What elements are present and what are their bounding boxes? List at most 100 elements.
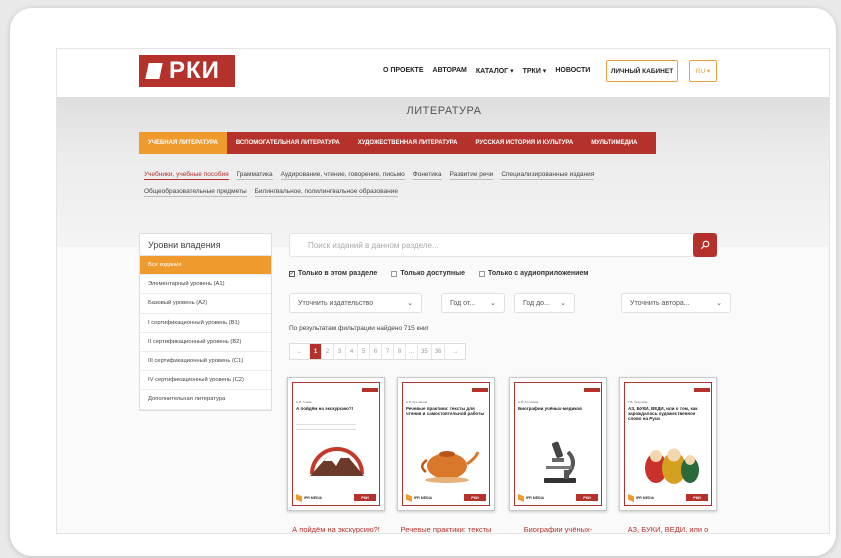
subcategory-general-subjects[interactable]: Общеобразовательные предметы: [144, 188, 247, 197]
book-cover[interactable]: А.В. Алтыпова Биографии учёных-медиков I…: [509, 377, 607, 511]
chevron-down-icon: ⌄: [490, 300, 496, 307]
sidebar-item-b1[interactable]: I сертификационный уровень (В1): [140, 314, 271, 333]
subcategory-bilingual[interactable]: Билингвальное, полилингвальное образован…: [254, 188, 398, 197]
nav-item-authors[interactable]: АВТОРАМ: [433, 67, 467, 75]
page-35[interactable]: 35: [418, 344, 432, 359]
teapot-illustration-icon: [421, 451, 480, 483]
cover-tag: [362, 388, 378, 392]
page-7[interactable]: 7: [382, 344, 394, 359]
device-frame: РКИ О ПРОЕКТЕ АВТОРАМ КАТАЛОГ ▾ ТРКИ ▾ Н…: [10, 8, 836, 556]
page-prev[interactable]: ←: [290, 344, 310, 359]
book-title[interactable]: Биографии учёных-: [509, 525, 607, 533]
category-tab-history[interactable]: РУССКАЯ ИСТОРИЯ И КУЛЬТУРА: [467, 132, 583, 154]
subcategory-skills[interactable]: Аудирование, чтение, говорение, письмо: [280, 171, 405, 180]
page-6[interactable]: 6: [370, 344, 382, 359]
book-cover[interactable]: А.В. Кретинина Речевые практики: тексты …: [397, 377, 495, 511]
cover-publisher: IPR MEDIA: [518, 494, 544, 502]
pagination: ← 1 2 3 4 5 6 7 8 ... 35 36 →: [289, 343, 467, 360]
nesting-dolls-illustration-icon: [645, 448, 699, 484]
book-title[interactable]: АЗ, БУКИ, ВЕДИ, или о: [619, 525, 717, 533]
year-from-select[interactable]: Год от... ⌄: [441, 293, 505, 313]
cover-badge: РКИ: [686, 494, 708, 501]
sidebar-item-b2[interactable]: II сертификационный уровень (В2): [140, 333, 271, 352]
subcategory-speech[interactable]: Развитие речи: [449, 171, 494, 180]
page-1[interactable]: 1: [310, 344, 322, 359]
subcategory-row-1: Учебники, учебные пособия Грамматика Ауд…: [144, 171, 595, 180]
book-cover[interactable]: А.И. Глазко А пойдём на экскурсию?! IPR …: [287, 377, 385, 511]
checkbox-unchecked-icon[interactable]: [391, 270, 398, 277]
page-5[interactable]: 5: [358, 344, 370, 359]
book-card[interactable]: А.В. Алтыпова Биографии учёных-медиков I…: [509, 377, 607, 533]
cover-publisher: IPR MEDIA: [296, 494, 322, 502]
cover-author: А.В. Алтыпова: [518, 400, 539, 404]
page-next[interactable]: →: [445, 344, 465, 359]
sidebar-item-all[interactable]: Все издания: [140, 256, 271, 276]
checkbox-unchecked-icon[interactable]: [478, 270, 485, 277]
page-36[interactable]: 36: [432, 344, 446, 359]
publisher-name: IPR MEDIA: [636, 496, 655, 500]
page-4[interactable]: 4: [346, 344, 358, 359]
subcategory-textbooks[interactable]: Учебники, учебные пособия: [144, 171, 229, 180]
checkbox-audio-only[interactable]: Только с аудиоприложением: [478, 270, 588, 277]
cover-badge: РКИ: [464, 494, 486, 501]
checkbox-this-section[interactable]: ✓ Только в этом разделе: [289, 270, 377, 277]
book-card[interactable]: А.И. Глазко А пойдём на экскурсию?! IPR …: [287, 377, 385, 533]
book-cover[interactable]: Т.В. Соколова АЗ, БУКИ, ВЕДИ, или о том,…: [619, 377, 717, 511]
cover-title: А пойдём на экскурсию?!: [296, 406, 354, 411]
sidebar-item-a2[interactable]: Базовый уровень (А2): [140, 294, 271, 314]
book-card[interactable]: Т.В. Соколова АЗ, БУКИ, ВЕДИ, или о том,…: [619, 377, 717, 533]
page-8[interactable]: 8: [394, 344, 406, 359]
publisher-logo-icon: [406, 494, 412, 502]
chevron-down-icon: ⌄: [560, 300, 566, 307]
category-tab-multimedia[interactable]: МУЛЬТИМЕДИА: [582, 132, 646, 154]
subcategory-specialized[interactable]: Специализированные издания: [501, 171, 595, 180]
year-from-select-value: Год от...: [450, 299, 476, 307]
publisher-select[interactable]: Уточнить издательство ⌄: [289, 293, 422, 313]
nav-item-trki[interactable]: ТРКИ ▾: [523, 67, 547, 75]
checkbox-available-only[interactable]: Только доступные: [391, 270, 465, 277]
cover-tag: [584, 388, 600, 392]
search-bar: [289, 233, 717, 257]
page-2[interactable]: 2: [322, 344, 334, 359]
sidebar-item-c1[interactable]: III сертификационный уровень (С1): [140, 352, 271, 372]
subcategory-grammar[interactable]: Грамматика: [236, 171, 273, 180]
personal-cabinet-button[interactable]: ЛИЧНЫЙ КАБИНЕТ: [606, 60, 678, 82]
book-title[interactable]: А пойдём на экскурсию?!: [287, 525, 385, 533]
book-title[interactable]: Речевые практики: тексты: [397, 525, 495, 533]
publisher-select-value: Уточнить издательство: [298, 299, 374, 307]
subcategory-phonetics[interactable]: Фонетика: [412, 171, 442, 180]
nav-item-news[interactable]: НОВОСТИ: [555, 67, 590, 75]
search-input[interactable]: [290, 234, 680, 256]
chevron-down-icon: ⌄: [407, 300, 413, 307]
author-select-value: Уточнить автора...: [630, 299, 690, 307]
year-to-select[interactable]: Год до... ⌄: [514, 293, 575, 313]
sidebar-item-additional[interactable]: Дополнительная литература: [140, 390, 271, 410]
category-tab-educational[interactable]: УЧЕБНАЯ ЛИТЕРАТУРА: [139, 132, 227, 154]
publisher-logo-icon: [628, 494, 634, 502]
category-tab-fiction[interactable]: ХУДОЖЕСТВЕННАЯ ЛИТЕРАТУРА: [349, 132, 467, 154]
site-header: РКИ О ПРОЕКТЕ АВТОРАМ КАТАЛОГ ▾ ТРКИ ▾ Н…: [57, 49, 829, 97]
author-select[interactable]: Уточнить автора... ⌄: [621, 293, 731, 313]
sidebar-item-c2[interactable]: IV сертификационный уровень (С2): [140, 371, 271, 391]
page-3[interactable]: 3: [334, 344, 346, 359]
checkbox-checked-icon[interactable]: ✓: [289, 270, 295, 277]
filter-checkboxes: ✓ Только в этом разделе Только доступные…: [289, 270, 588, 277]
nav-item-about[interactable]: О ПРОЕКТЕ: [383, 67, 424, 75]
language-selector[interactable]: RU ▾: [689, 60, 717, 82]
publisher-name: IPR MEDIA: [414, 496, 433, 500]
publisher-name: IPR MEDIA: [526, 496, 545, 500]
book-card[interactable]: А.В. Кретинина Речевые практики: тексты …: [397, 377, 495, 533]
page-title: ЛИТЕРАТУРА: [406, 105, 482, 117]
mountains-illustration-icon: [310, 447, 364, 476]
sidebar-item-a1[interactable]: Элементарный уровень (А1): [140, 275, 271, 295]
category-tab-auxiliary[interactable]: ВСПОМОГАТЕЛЬНАЯ ЛИТЕРАТУРА: [227, 132, 349, 154]
site-logo[interactable]: РКИ: [139, 55, 235, 87]
logo-text: РКИ: [169, 57, 220, 84]
nav-item-catalog[interactable]: КАТАЛОГ ▾: [476, 67, 514, 75]
search-icon: [700, 240, 710, 250]
microscope-illustration-icon: [544, 441, 576, 483]
cover-author: Т.В. Соколова: [628, 400, 648, 404]
cover-title: АЗ, БУКИ, ВЕДИ, или о том, как зарождало…: [628, 406, 698, 422]
search-button[interactable]: [693, 233, 717, 257]
cover-title: Речевые практики: тексты для чтения и са…: [406, 406, 485, 417]
